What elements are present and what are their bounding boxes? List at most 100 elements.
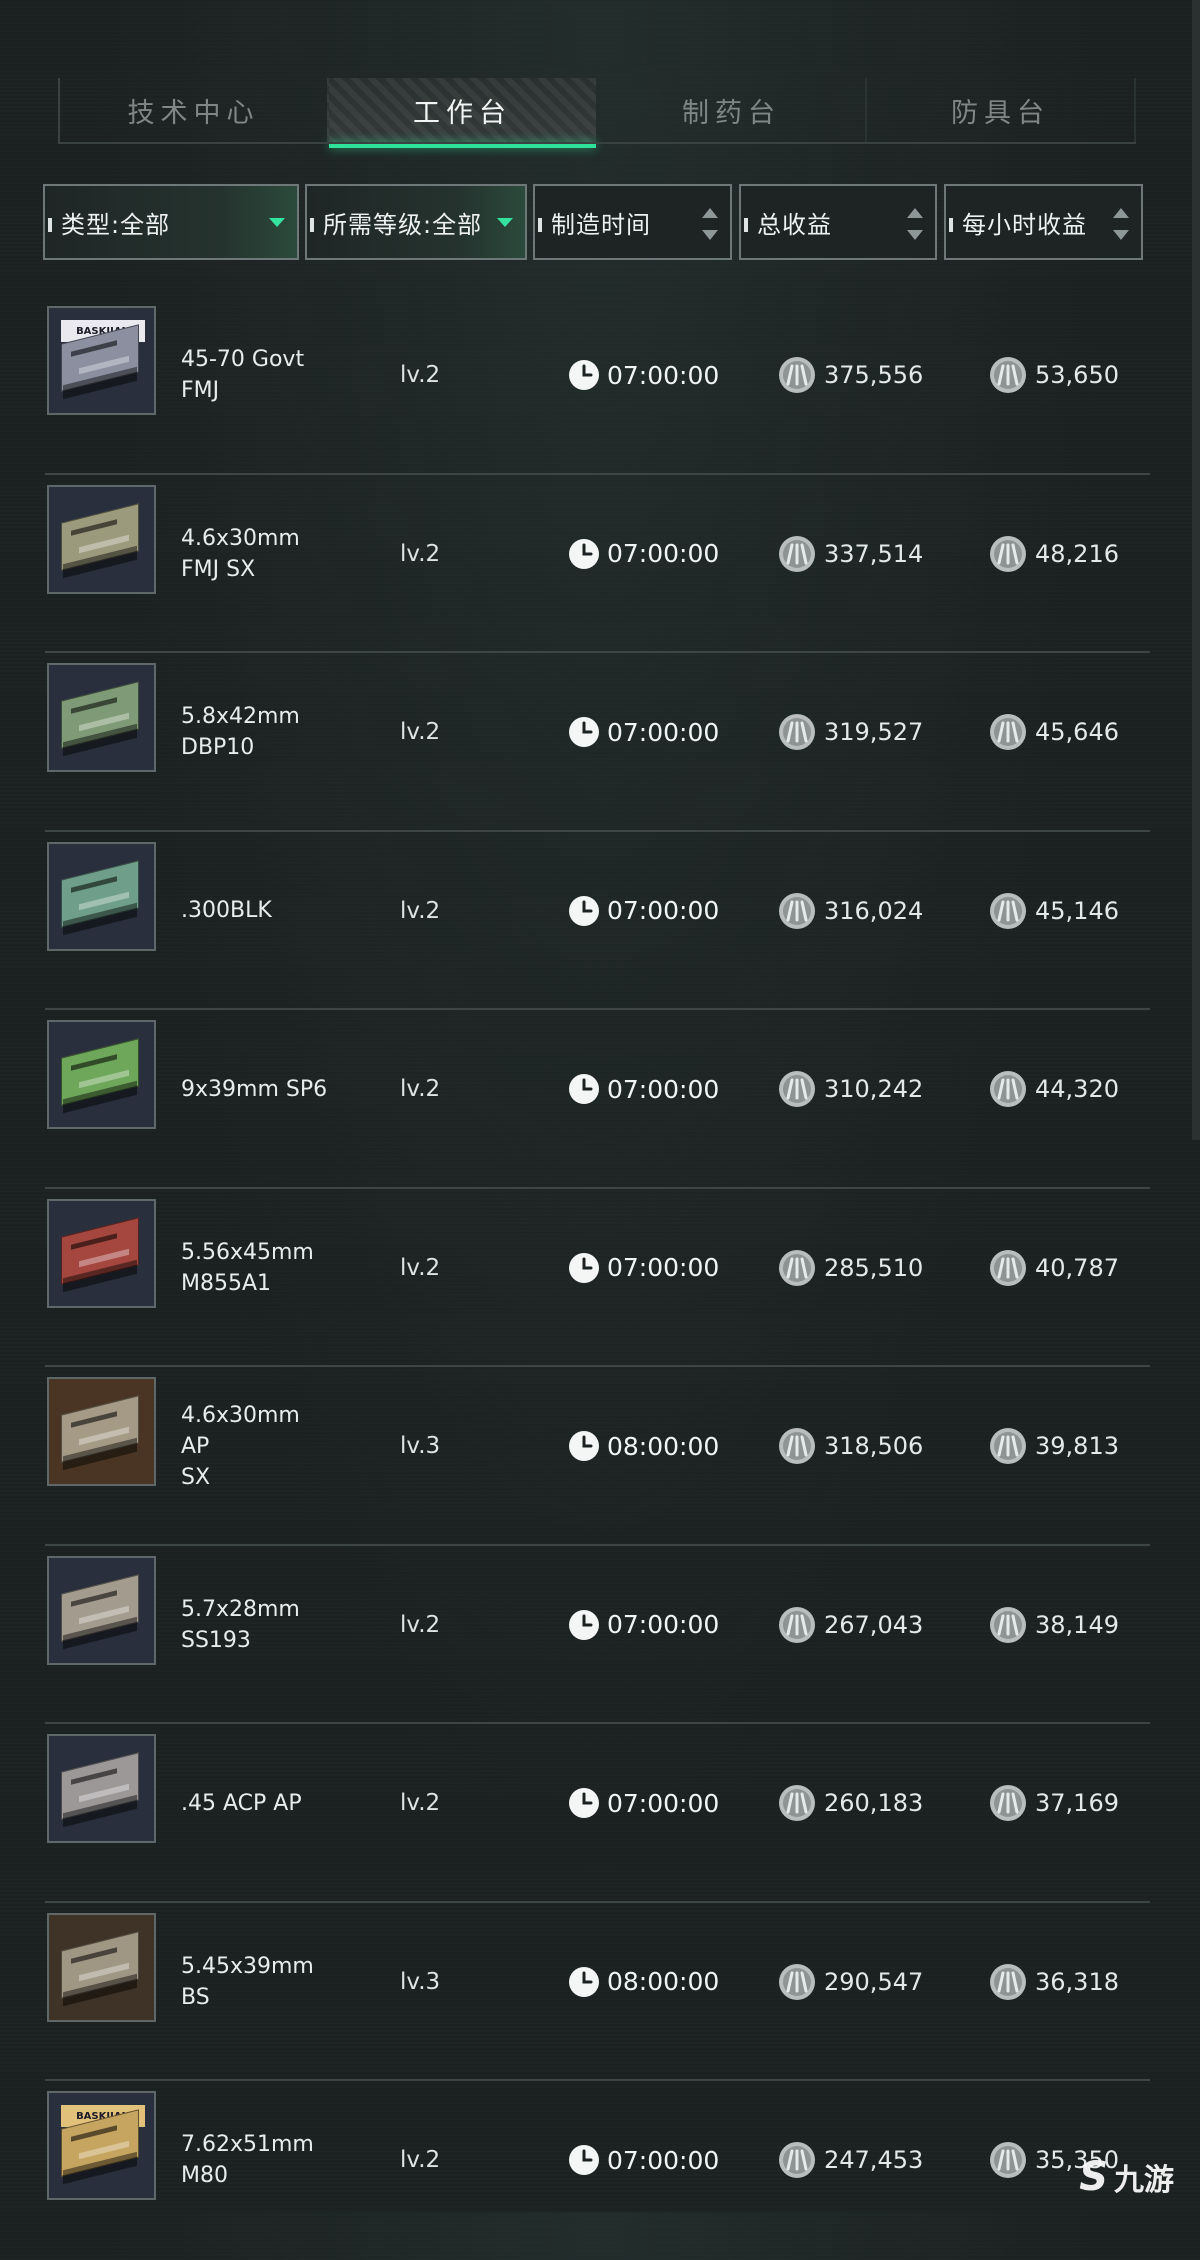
tab-armor-bench[interactable]: 防具台 <box>865 78 1136 142</box>
type-filter-dropdown[interactable]: 类型:全部 <box>43 184 299 260</box>
item-name: .45 ACP AP <box>181 1790 302 1816</box>
craft-item-row[interactable]: 5.45x39mm BS lv.3 08:00:00 290,547 36,31… <box>45 1903 1150 2081</box>
value-text: 285,510 <box>824 1253 924 1282</box>
ammo-box-thumbnail <box>47 484 156 594</box>
item-name: 4.6x30mm FMJ SX <box>181 525 300 582</box>
craft-item-row[interactable]: 5.56x45mm M855A1 lv.2 07:00:00 285,510 4… <box>45 1189 1150 1367</box>
value-text: 07:00:00 <box>607 2145 720 2175</box>
value-text: 45,146 <box>1035 896 1119 925</box>
hourly-profit: 45,646 <box>989 653 1119 811</box>
craft-item-row[interactable]: BASKIJAN 7.62x51mm M80 lv.2 07:00:00 247… <box>45 2081 1150 2260</box>
value-text: 267,043 <box>824 1610 924 1639</box>
hourly-profit: 48,216 <box>989 475 1119 633</box>
tab-tech-center[interactable]: 技术中心 <box>58 78 327 142</box>
sort-total-profit-button[interactable]: 总收益 <box>739 184 937 260</box>
clock-icon <box>569 2145 599 2175</box>
total-profit: 375,556 <box>778 296 923 454</box>
craft-item-list: BASKIJAN 45-70 Govt FMJ lv.2 07:00:00 37… <box>45 296 1150 2260</box>
filter-label: 每小时收益 <box>962 210 1087 239</box>
craft-time: 07:00:00 <box>568 2081 719 2239</box>
clock-icon <box>569 1431 599 1461</box>
value-text: 318,506 <box>824 1432 924 1460</box>
value-text: 07:00:00 <box>607 1074 720 1104</box>
hourly-profit: 36,318 <box>989 1903 1119 2061</box>
craft-item-row[interactable]: 9x39mm SP6 lv.2 07:00:00 310,242 44,320 <box>45 1010 1150 1189</box>
filter-bar: 类型:全部 所需等级:全部 制造时间 总收益 每小时收益 <box>43 184 1143 264</box>
sort-icon <box>907 208 923 240</box>
tab-label: 制药台 <box>682 97 781 129</box>
tab-workbench[interactable]: 工作台 <box>327 78 596 148</box>
craft-item-row[interactable]: BASKIJAN 45-70 Govt FMJ lv.2 07:00:00 37… <box>45 296 1150 475</box>
coin-icon <box>779 2142 815 2178</box>
craft-item-row[interactable]: .45 ACP AP lv.2 07:00:00 260,183 37,169 <box>45 1724 1150 1903</box>
filter-label: 制造时间 <box>551 210 651 239</box>
required-level: lv.3 <box>400 1968 441 1995</box>
craft-item-row[interactable]: 5.8x42mm DBP10 lv.2 07:00:00 319,527 45,… <box>45 653 1150 832</box>
ammo-box-thumbnail <box>47 1912 156 2022</box>
item-name: 5.7x28mm SS193 <box>181 1596 300 1653</box>
sort-hourly-profit-button[interactable]: 每小时收益 <box>944 184 1143 260</box>
coin-icon <box>779 535 815 572</box>
value-text: 44,320 <box>1035 1075 1119 1103</box>
sort-craft-time-button[interactable]: 制造时间 <box>533 184 732 260</box>
clock-icon <box>569 895 599 926</box>
value-text: 45,646 <box>1035 718 1119 746</box>
tab-pharmacy[interactable]: 制药台 <box>596 78 865 142</box>
total-profit: 267,043 <box>778 1546 923 1704</box>
value-text: 39,813 <box>1035 1432 1119 1460</box>
tab-label: 工作台 <box>413 97 512 129</box>
ammo-box-thumbnail <box>47 1198 156 1308</box>
coin-icon <box>990 1249 1026 1286</box>
coin-icon <box>779 714 815 750</box>
value-text: 07:00:00 <box>607 1610 720 1639</box>
item-name: 7.62x51mm M80 <box>181 2132 314 2188</box>
filter-label: 类型:全部 <box>61 210 171 239</box>
total-profit: 316,024 <box>778 832 923 990</box>
coin-icon <box>990 535 1026 572</box>
station-tabs: 技术中心 工作台 制药台 防具台 <box>58 78 1136 148</box>
total-profit: 319,527 <box>778 653 923 811</box>
craft-item-row[interactable]: .300BLK lv.2 07:00:00 316,024 45,146 <box>45 832 1150 1010</box>
hourly-profit: 53,650 <box>989 296 1119 454</box>
coin-icon <box>779 1249 815 1286</box>
tabs-divider <box>58 142 1136 144</box>
site-watermark: S 九游 <box>1079 2154 1174 2200</box>
coin-icon <box>990 2142 1026 2178</box>
value-text: 337,514 <box>824 539 924 568</box>
coin-icon <box>990 357 1026 393</box>
craft-item-row[interactable]: 4.6x30mm AP SX lv.3 08:00:00 318,506 39,… <box>45 1367 1150 1546</box>
value-text: 260,183 <box>824 1789 924 1817</box>
coin-icon <box>990 1606 1026 1643</box>
required-level: lv.2 <box>400 897 441 924</box>
clock-icon <box>569 717 599 747</box>
coin-icon <box>990 892 1026 929</box>
item-name: 5.8x42mm DBP10 <box>181 704 300 760</box>
craft-item-row[interactable]: 5.7x28mm SS193 lv.2 07:00:00 267,043 38,… <box>45 1546 1150 1724</box>
clock-icon <box>569 1252 599 1283</box>
required-level: lv.2 <box>400 2147 441 2173</box>
tab-label: 防具台 <box>951 97 1050 129</box>
value-text: 247,453 <box>824 2146 924 2174</box>
total-profit: 285,510 <box>778 1189 923 1347</box>
item-name: 5.45x39mm BS <box>181 1953 314 2010</box>
craft-item-row[interactable]: 4.6x30mm FMJ SX lv.2 07:00:00 337,514 48… <box>45 475 1150 653</box>
level-filter-dropdown[interactable]: 所需等级:全部 <box>305 184 527 260</box>
item-name: .300BLK <box>181 898 272 923</box>
sort-icon <box>1113 208 1129 240</box>
value-text: 07:00:00 <box>607 539 720 568</box>
value-text: 07:00:00 <box>607 717 720 747</box>
value-text: 48,216 <box>1035 539 1119 568</box>
value-text: 319,527 <box>824 718 924 746</box>
hourly-profit: 45,146 <box>989 832 1119 990</box>
total-profit: 310,242 <box>778 1010 923 1168</box>
value-text: 08:00:00 <box>607 1967 720 1996</box>
filter-label: 所需等级:全部 <box>323 210 483 239</box>
coin-icon <box>990 1428 1026 1464</box>
scrollbar-track[interactable] <box>1192 0 1200 1140</box>
tab-label: 技术中心 <box>127 97 260 129</box>
ammo-box-thumbnail <box>47 841 156 951</box>
coin-icon <box>990 1963 1026 2000</box>
hourly-profit: 44,320 <box>989 1010 1119 1168</box>
watermark-logo: S <box>1079 2154 1108 2200</box>
required-level: lv.2 <box>400 1254 441 1281</box>
